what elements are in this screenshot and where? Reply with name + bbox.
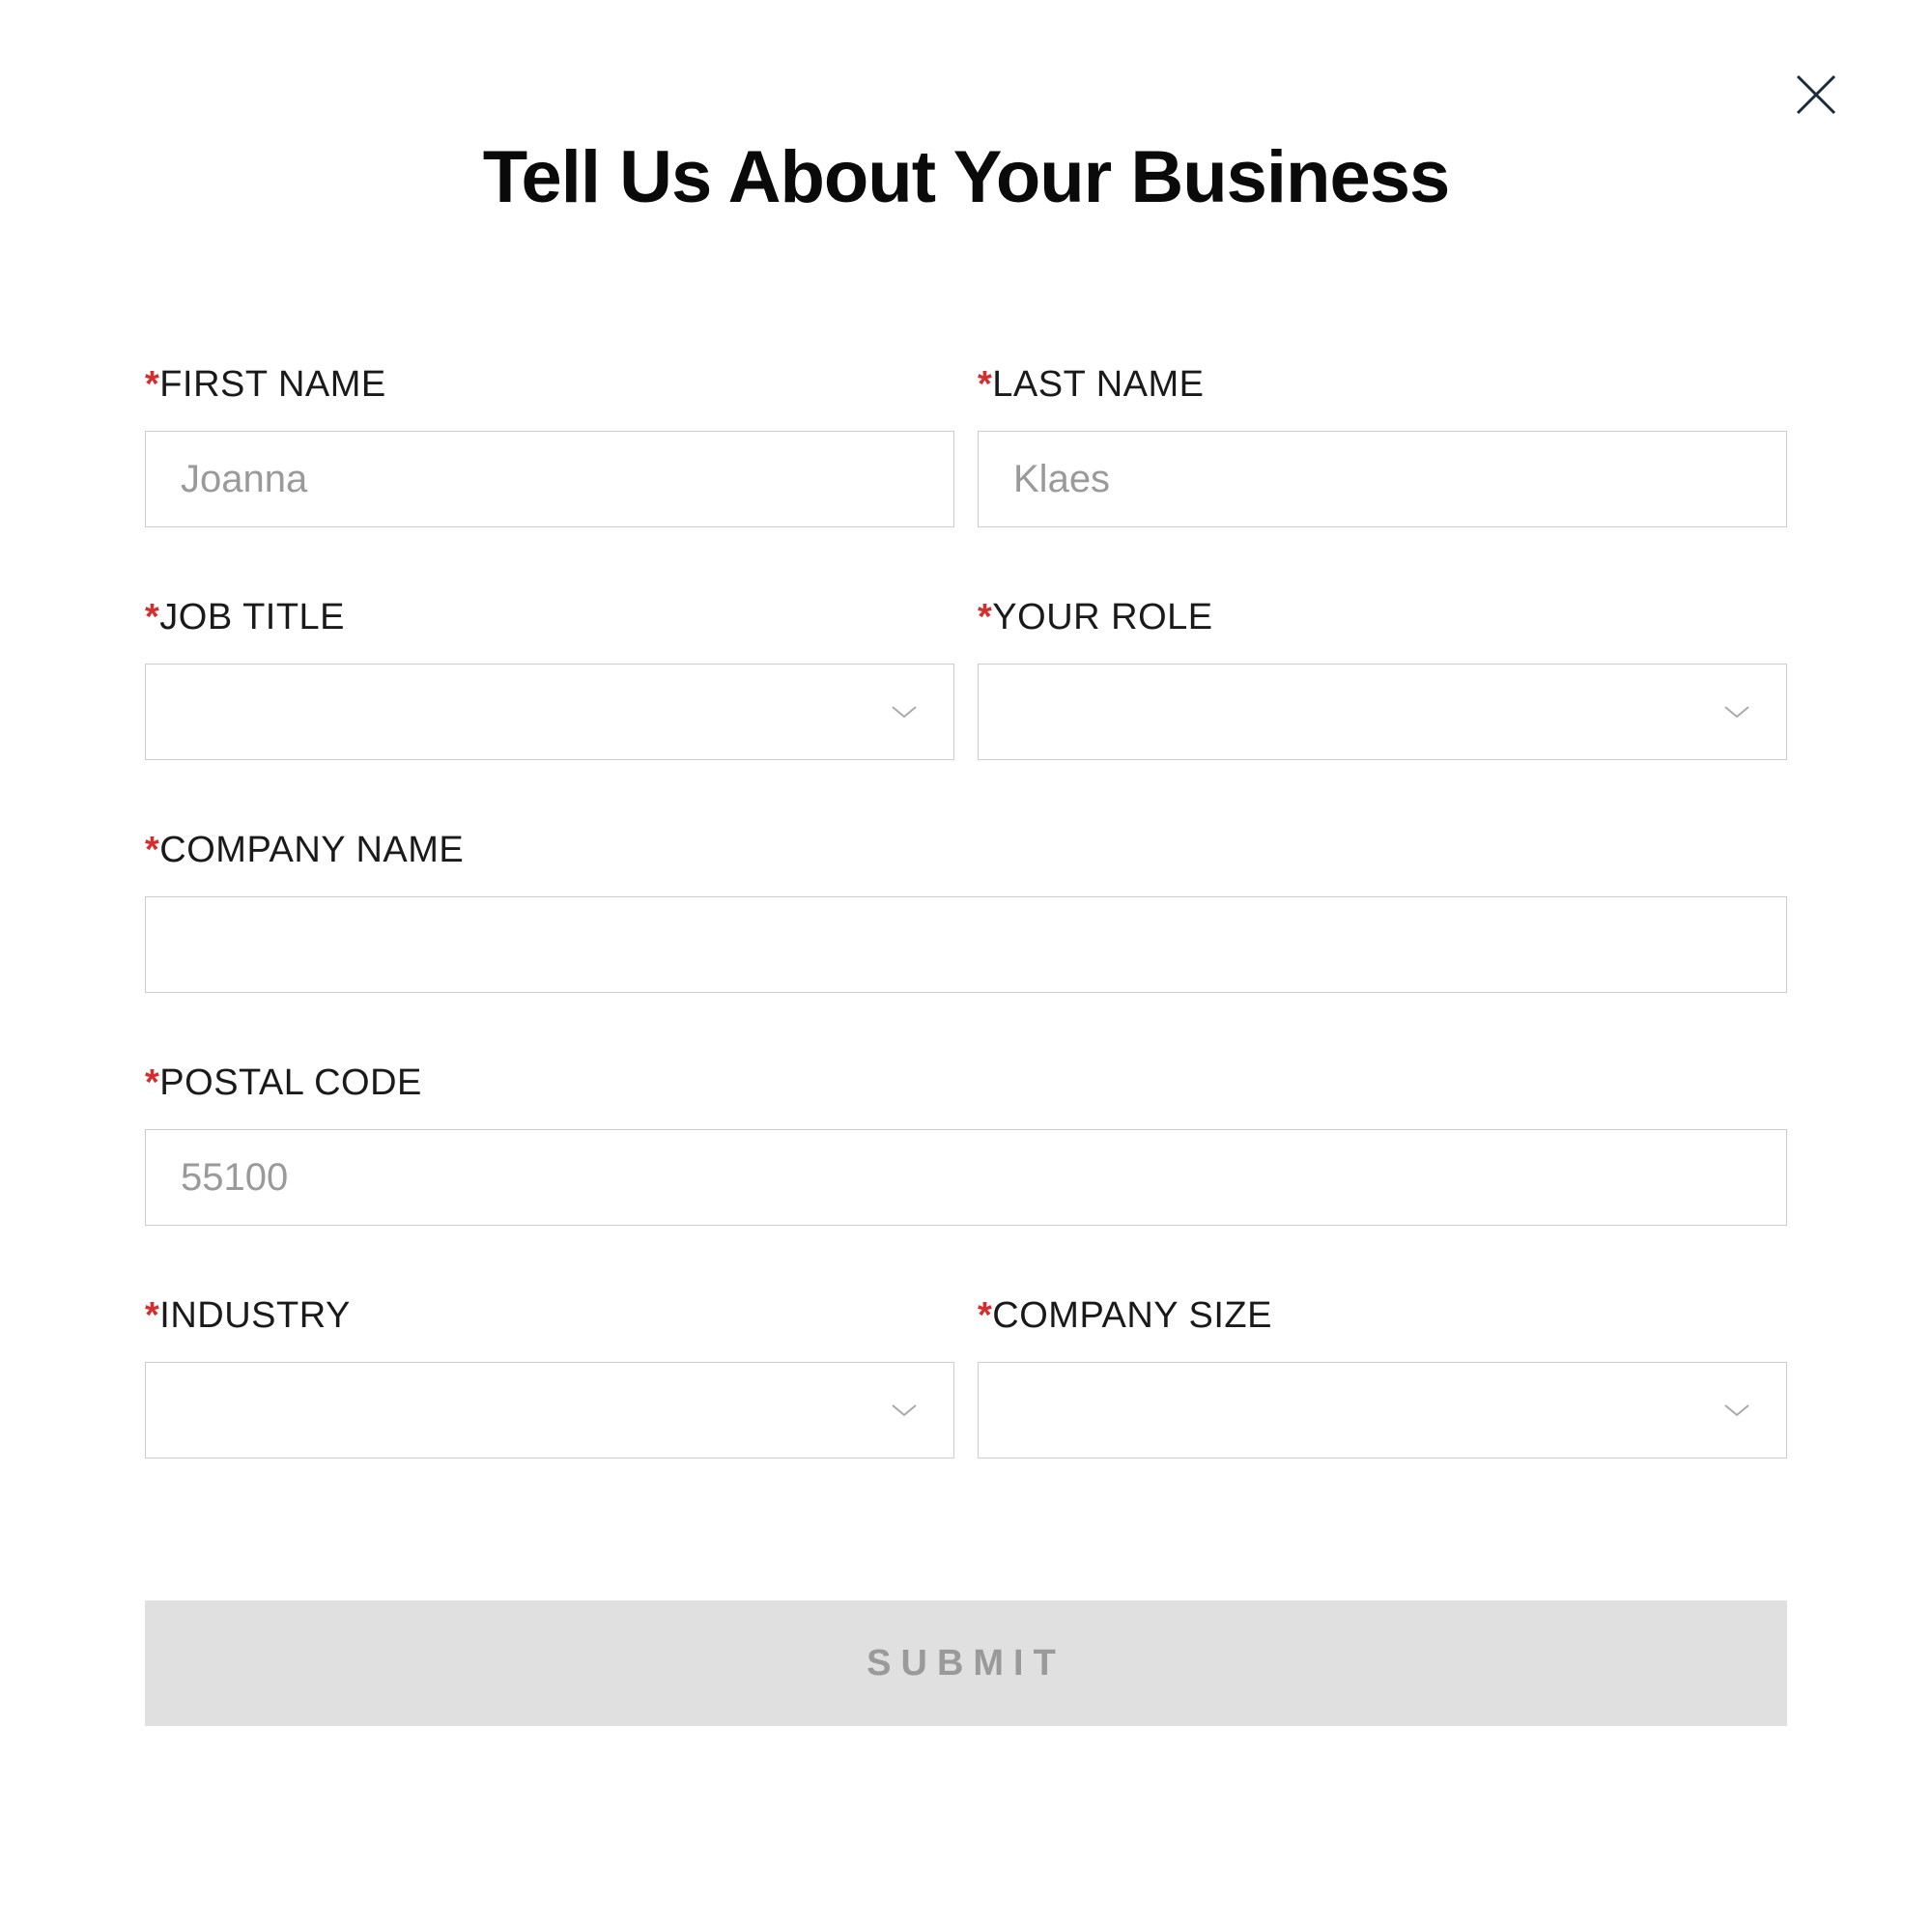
company-name-label-text: COMPANY NAME [159,830,464,870]
company-name-input[interactable] [145,896,1787,993]
industry-select[interactable] [145,1362,954,1458]
company-name-label: *COMPANY NAME [145,830,1787,871]
business-form-modal: Tell Us About Your Business *FIRST NAME … [0,0,1932,1925]
close-button[interactable] [1787,68,1845,126]
close-icon [1792,71,1840,124]
postal-code-input[interactable] [145,1129,1787,1226]
required-marker: * [145,830,159,870]
company-size-field: *COMPANY SIZE [978,1295,1787,1458]
modal-title: Tell Us About Your Business [145,135,1787,219]
job-title-select[interactable] [145,664,954,760]
postal-code-label: *POSTAL CODE [145,1062,1787,1104]
company-name-field: *COMPANY NAME [145,830,1787,993]
industry-field: *INDUSTRY [145,1295,954,1458]
first-name-input[interactable] [145,431,954,527]
required-marker: * [145,1062,159,1103]
last-name-label: *LAST NAME [978,364,1787,406]
first-name-label-text: FIRST NAME [159,364,385,405]
required-marker: * [145,597,159,637]
industry-label: *INDUSTRY [145,1295,954,1337]
industry-label-text: INDUSTRY [159,1295,351,1336]
job-title-field: *JOB TITLE [145,597,954,760]
business-form: *FIRST NAME *LAST NAME *JOB TITLE [145,364,1787,1726]
required-marker: * [145,1295,159,1336]
job-title-label: *JOB TITLE [145,597,954,638]
first-name-field: *FIRST NAME [145,364,954,527]
your-role-label-text: YOUR ROLE [992,597,1212,637]
your-role-select[interactable] [978,664,1787,760]
last-name-input[interactable] [978,431,1787,527]
last-name-field: *LAST NAME [978,364,1787,527]
submit-button[interactable]: SUBMIT [145,1600,1787,1726]
job-title-label-text: JOB TITLE [159,597,345,637]
required-marker: * [978,1295,992,1336]
your-role-field: *YOUR ROLE [978,597,1787,760]
last-name-label-text: LAST NAME [992,364,1204,405]
your-role-label: *YOUR ROLE [978,597,1787,638]
required-marker: * [978,597,992,637]
required-marker: * [978,364,992,405]
required-marker: * [145,364,159,405]
first-name-label: *FIRST NAME [145,364,954,406]
postal-code-field: *POSTAL CODE [145,1062,1787,1226]
company-size-select[interactable] [978,1362,1787,1458]
postal-code-label-text: POSTAL CODE [159,1062,422,1103]
company-size-label: *COMPANY SIZE [978,1295,1787,1337]
company-size-label-text: COMPANY SIZE [992,1295,1272,1336]
